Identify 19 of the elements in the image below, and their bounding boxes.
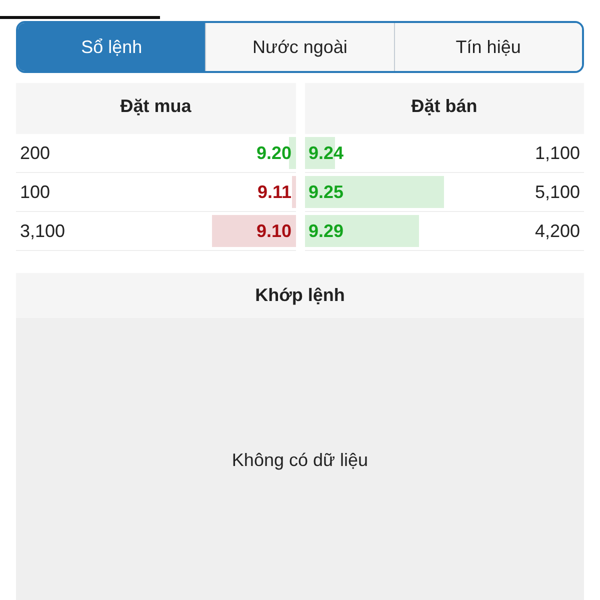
tab[interactable]: Tín hiệu (394, 23, 582, 71)
volume-value: 1,100 (534, 142, 581, 164)
volume-value: 100 (19, 180, 50, 204)
volume-value: 3,100 (19, 220, 66, 242)
tab[interactable]: Sổ lệnh (18, 23, 206, 71)
tab[interactable]: Nước ngoài (205, 23, 394, 71)
price-value: 9.10 (256, 220, 292, 242)
section-title: Khớp lệnh (16, 273, 584, 318)
volume-value: 4,200 (534, 220, 581, 242)
price-value: 9.29 (308, 220, 344, 242)
empty-message: Không có dữ liệu (232, 449, 368, 472)
volume-value: 5,100 (534, 180, 581, 204)
volume-value: 200 (19, 142, 50, 164)
price-value: 9.25 (308, 180, 344, 204)
column-header: Đặt bán (304, 83, 584, 134)
price-value: 9.11 (257, 180, 292, 204)
price-value: 9.24 (308, 142, 344, 164)
column-header: Đặt mua (16, 83, 296, 134)
price-value: 9.20 (256, 142, 292, 164)
